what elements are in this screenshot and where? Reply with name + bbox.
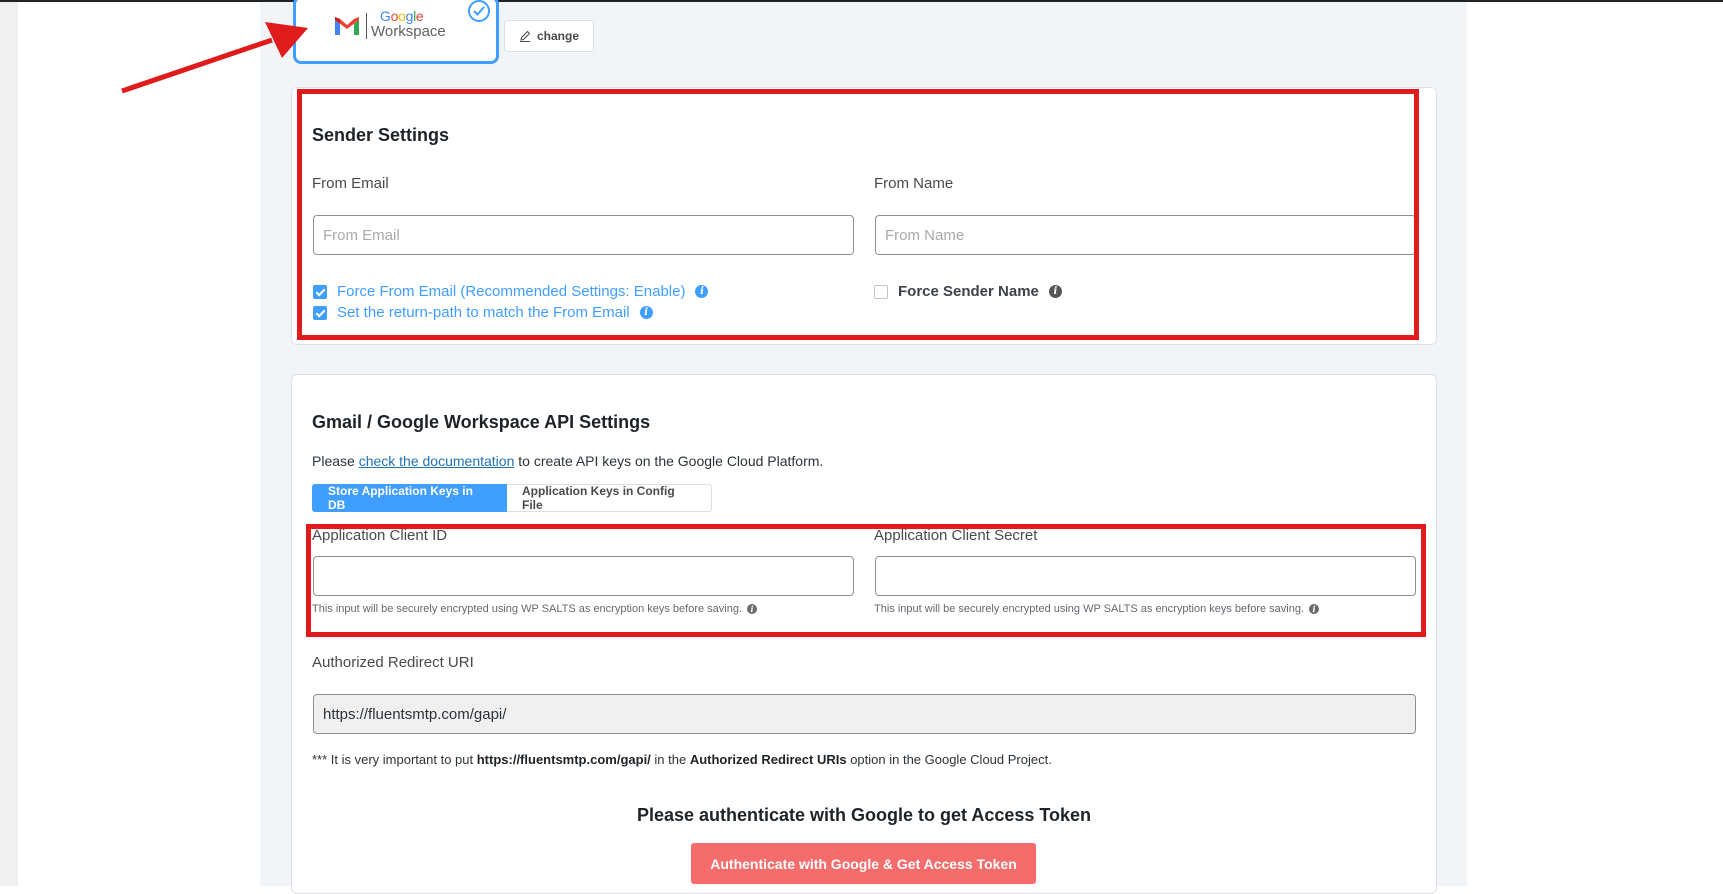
- authenticate-google-button[interactable]: Authenticate with Google & Get Access To…: [691, 843, 1036, 884]
- selected-check-icon: [468, 0, 490, 22]
- tab-store-keys-db[interactable]: Store Application Keys in DB: [312, 484, 507, 512]
- note-middle: in the: [650, 752, 690, 767]
- auth-title: Please authenticate with Google to get A…: [636, 805, 1092, 825]
- pencil-icon: [519, 30, 531, 42]
- redirect-uri-input[interactable]: [313, 694, 1416, 734]
- annotation-box-sender: [297, 89, 1419, 340]
- logo-divider: [366, 13, 367, 39]
- change-provider-button[interactable]: change: [504, 20, 594, 52]
- annotation-arrow: [121, 22, 308, 94]
- note-suffix: option in the Google Cloud Project.: [846, 752, 1052, 767]
- documentation-link[interactable]: check the documentation: [359, 453, 515, 469]
- change-provider-label: change: [536, 29, 579, 43]
- note-prefix: *** It is very important to put: [312, 752, 477, 767]
- left-gutter: [0, 2, 18, 886]
- google-wordmark: Google: [380, 8, 424, 24]
- workspace-wordmark: Workspace: [371, 23, 446, 40]
- annotation-box-client-keys: [306, 524, 1426, 637]
- gmail-icon: [335, 17, 359, 35]
- redirect-uri-label: Authorized Redirect URI: [312, 654, 474, 671]
- note-option: Authorized Redirect URIs: [689, 752, 847, 767]
- tab-keys-config-file[interactable]: Application Keys in Config File: [507, 484, 712, 512]
- redirect-important-note: *** It is very important to put https://…: [312, 752, 1052, 767]
- intro-prefix: Please: [312, 453, 359, 469]
- intro-suffix: to create API keys on the Google Cloud P…: [514, 453, 824, 469]
- api-intro-text: Please check the documentation to create…: [312, 453, 823, 469]
- key-storage-tabs: Store Application Keys in DB Application…: [312, 484, 712, 512]
- note-url: https://fluentsmtp.com/gapi/: [476, 752, 651, 767]
- api-settings-title: Gmail / Google Workspace API Settings: [312, 412, 651, 432]
